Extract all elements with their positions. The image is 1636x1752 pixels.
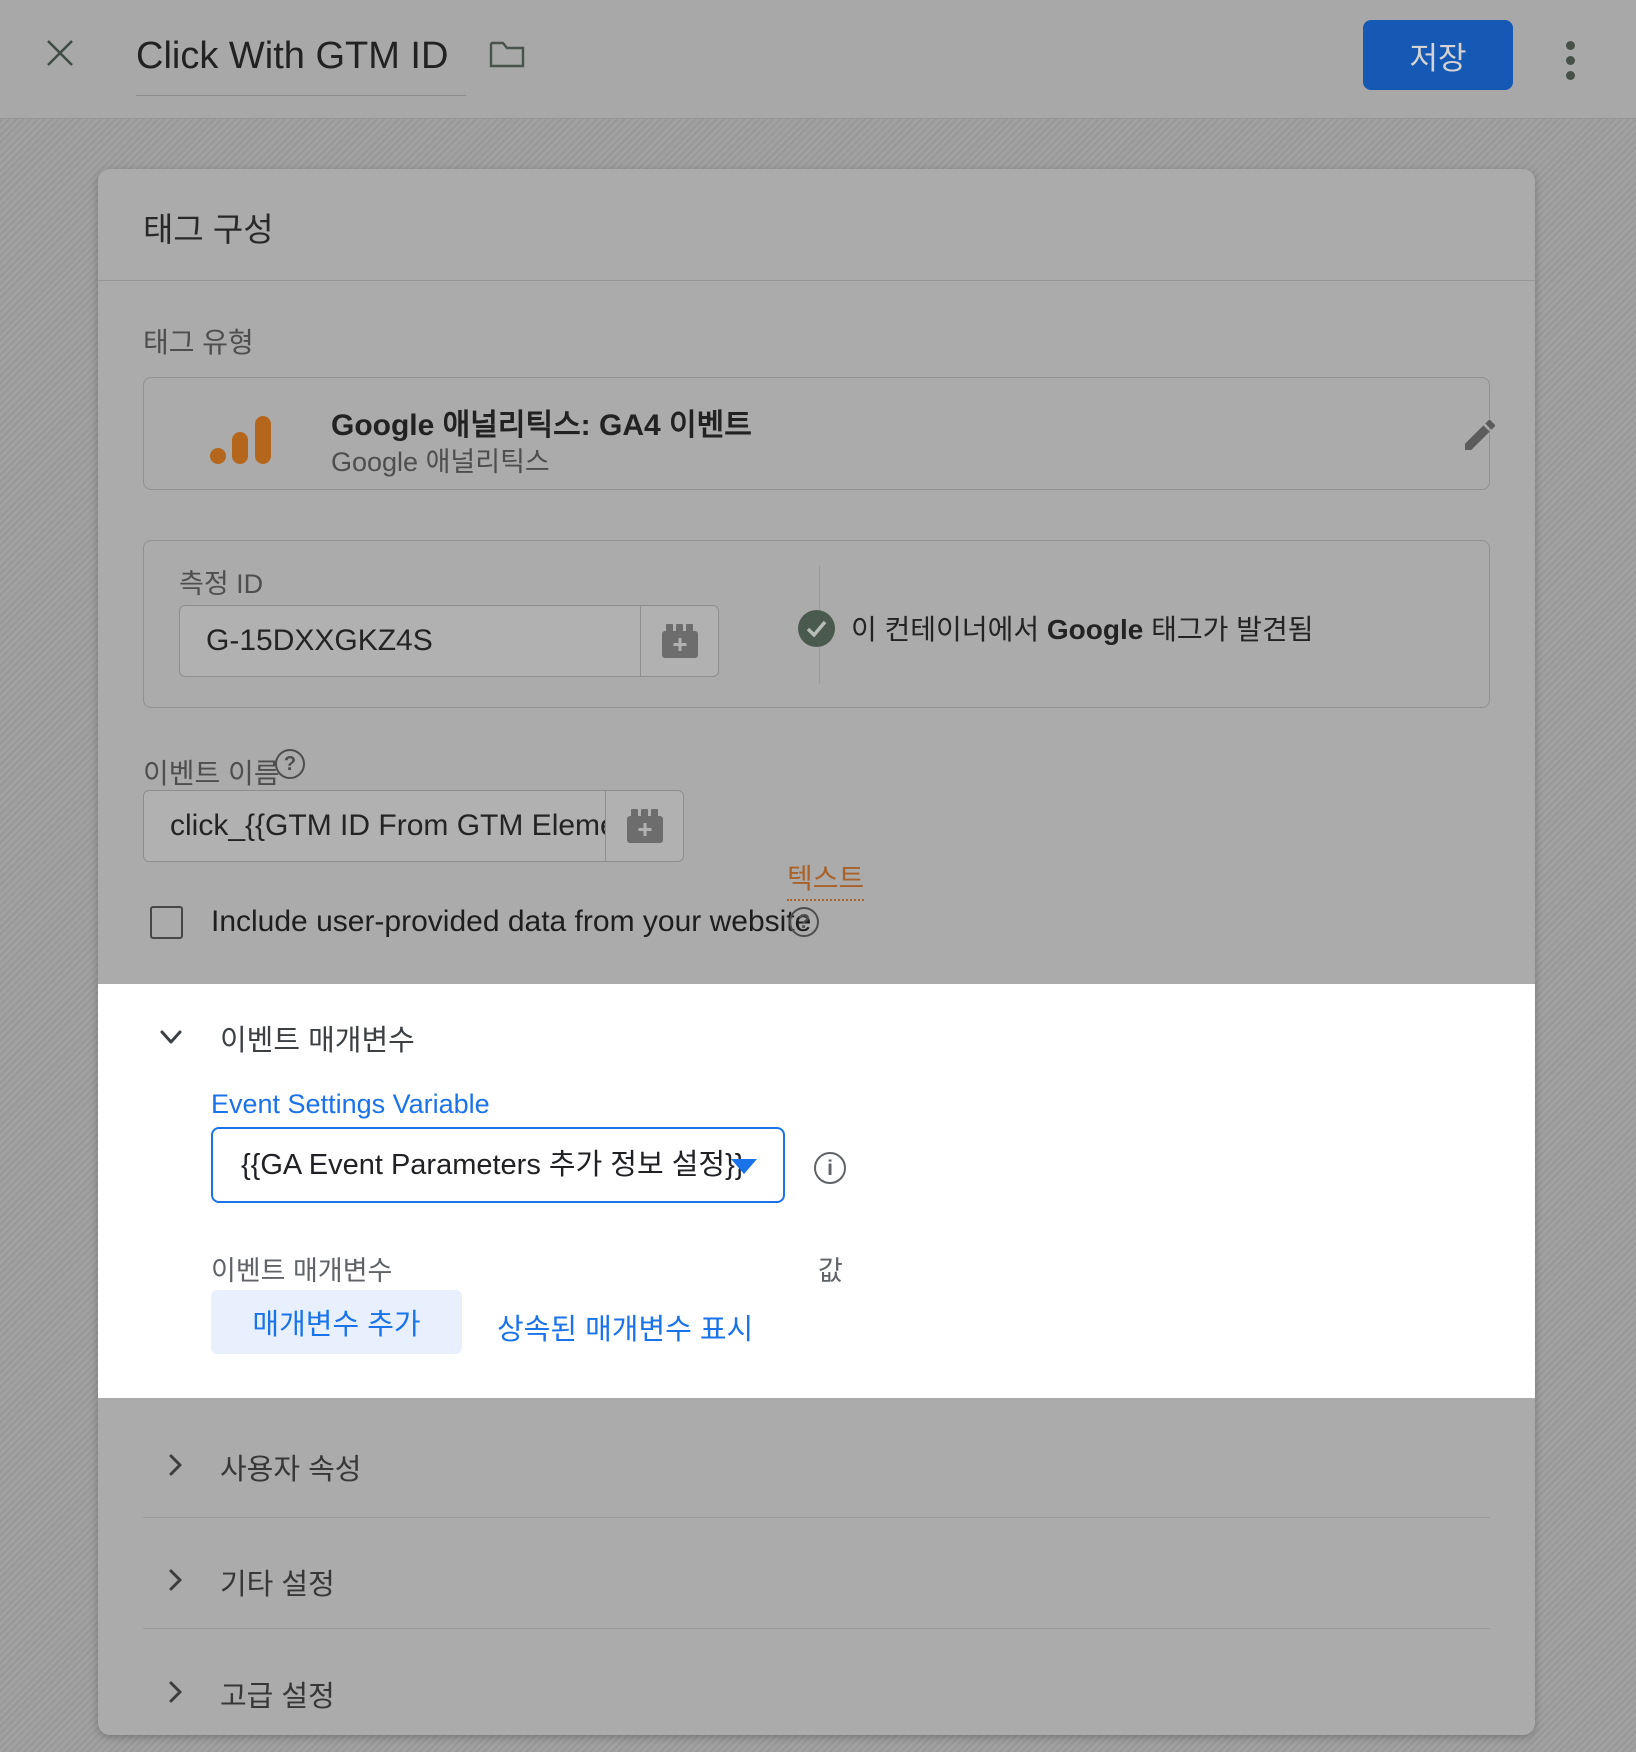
user-data-row: Include user-provided data from your web…	[150, 905, 811, 939]
section-label: 고급 설정	[220, 1673, 335, 1715]
folder-icon[interactable]	[487, 36, 527, 72]
tag-type-label: 태그 유형	[143, 321, 254, 361]
measurement-id-input-group: G-15DXXGKZ4S	[179, 605, 719, 677]
event-name-input[interactable]: click_{{GTM ID From GTM Elemen	[144, 791, 605, 861]
user-data-help-icon[interactable]: ?	[789, 907, 819, 937]
measurement-id-input[interactable]: G-15DXXGKZ4S	[180, 606, 640, 676]
row-divider	[143, 1517, 1490, 1518]
google-analytics-icon	[209, 416, 275, 464]
tag-type-box[interactable]: Google 애널리틱스: GA4 이벤트 Google 애널리틱스	[143, 377, 1490, 490]
event-name-input-group: click_{{GTM ID From GTM Elemen	[143, 790, 684, 862]
event-parameters-section: 이벤트 매개변수 Event Settings Variable {{GA Ev…	[98, 984, 1535, 1398]
event-name-help-icon[interactable]: ?	[275, 749, 305, 779]
chevron-right-icon	[162, 1452, 188, 1478]
more-options-icon[interactable]	[1552, 32, 1588, 88]
tag-name-input[interactable]: Click With GTM ID	[136, 30, 466, 96]
variable-picker-icon[interactable]	[605, 791, 683, 861]
tag-type-subtitle: Google 애널리틱스	[331, 440, 550, 479]
status-bold: Google	[1047, 614, 1143, 645]
section-user-properties[interactable]: 사용자 속성	[98, 1444, 1535, 1500]
check-circle-icon	[798, 610, 835, 647]
value-col-label: 값	[818, 1249, 843, 1288]
param-col-label: 이벤트 매개변수	[211, 1249, 392, 1288]
chevron-right-icon	[162, 1567, 188, 1593]
close-icon[interactable]	[40, 33, 80, 73]
section-label: 사용자 속성	[220, 1446, 361, 1488]
status-suffix: 태그가 발견됨	[1143, 614, 1313, 645]
top-bar: Click With GTM ID 저장	[0, 0, 1636, 119]
add-parameter-button[interactable]: 매개변수 추가	[211, 1290, 462, 1354]
measurement-id-box: 측정 ID G-15DXXGKZ4S 이 컨테이너에서 Google 태그	[143, 540, 1490, 708]
user-data-label: Include user-provided data from your web…	[211, 905, 811, 939]
event-parameters-header[interactable]: 이벤트 매개변수	[220, 1017, 415, 1059]
esv-dropdown[interactable]: {{GA Event Parameters 추가 정보 설정}}	[211, 1127, 785, 1203]
show-inherited-link[interactable]: 상속된 매개변수 표시	[497, 1306, 753, 1348]
gtm-tag-editor: Click With GTM ID 저장 태그 구성 태그 유형 Google …	[0, 0, 1636, 1752]
gtag-status: 이 컨테이너에서 Google 태그가 발견됨	[798, 608, 1313, 648]
dropdown-caret-icon	[731, 1159, 757, 1174]
text-ime-link[interactable]: 텍스트	[787, 857, 864, 901]
esv-value: {{GA Event Parameters 추가 정보 설정}}	[241, 1129, 744, 1201]
row-divider	[143, 1628, 1490, 1629]
tag-type-title: Google 애널리틱스: GA4 이벤트	[331, 400, 752, 444]
section-label: 기타 설정	[220, 1561, 335, 1603]
esv-info-icon[interactable]: i	[814, 1152, 846, 1184]
edit-pencil-icon[interactable]	[1460, 415, 1500, 455]
card-title: 태그 구성	[143, 203, 274, 251]
status-prefix: 이 컨테이너에서	[851, 614, 1047, 645]
section-advanced-settings[interactable]: 고급 설정	[98, 1671, 1535, 1727]
measurement-id-label: 측정 ID	[179, 562, 263, 601]
save-button[interactable]: 저장	[1363, 20, 1513, 90]
section-other-settings[interactable]: 기타 설정	[98, 1559, 1535, 1615]
variable-picker-icon[interactable]	[640, 606, 718, 676]
chevron-right-icon	[162, 1679, 188, 1705]
tag-configuration-card: 태그 구성 태그 유형 Google 애널리틱스: GA4 이벤트 Google…	[98, 169, 1535, 1735]
chevron-down-icon[interactable]	[158, 1024, 184, 1050]
esv-label: Event Settings Variable	[211, 1089, 490, 1120]
gtag-status-text: 이 컨테이너에서 Google 태그가 발견됨	[851, 608, 1313, 648]
header-divider	[98, 280, 1535, 281]
event-name-label: 이벤트 이름	[143, 752, 280, 792]
user-data-checkbox[interactable]	[150, 906, 183, 939]
